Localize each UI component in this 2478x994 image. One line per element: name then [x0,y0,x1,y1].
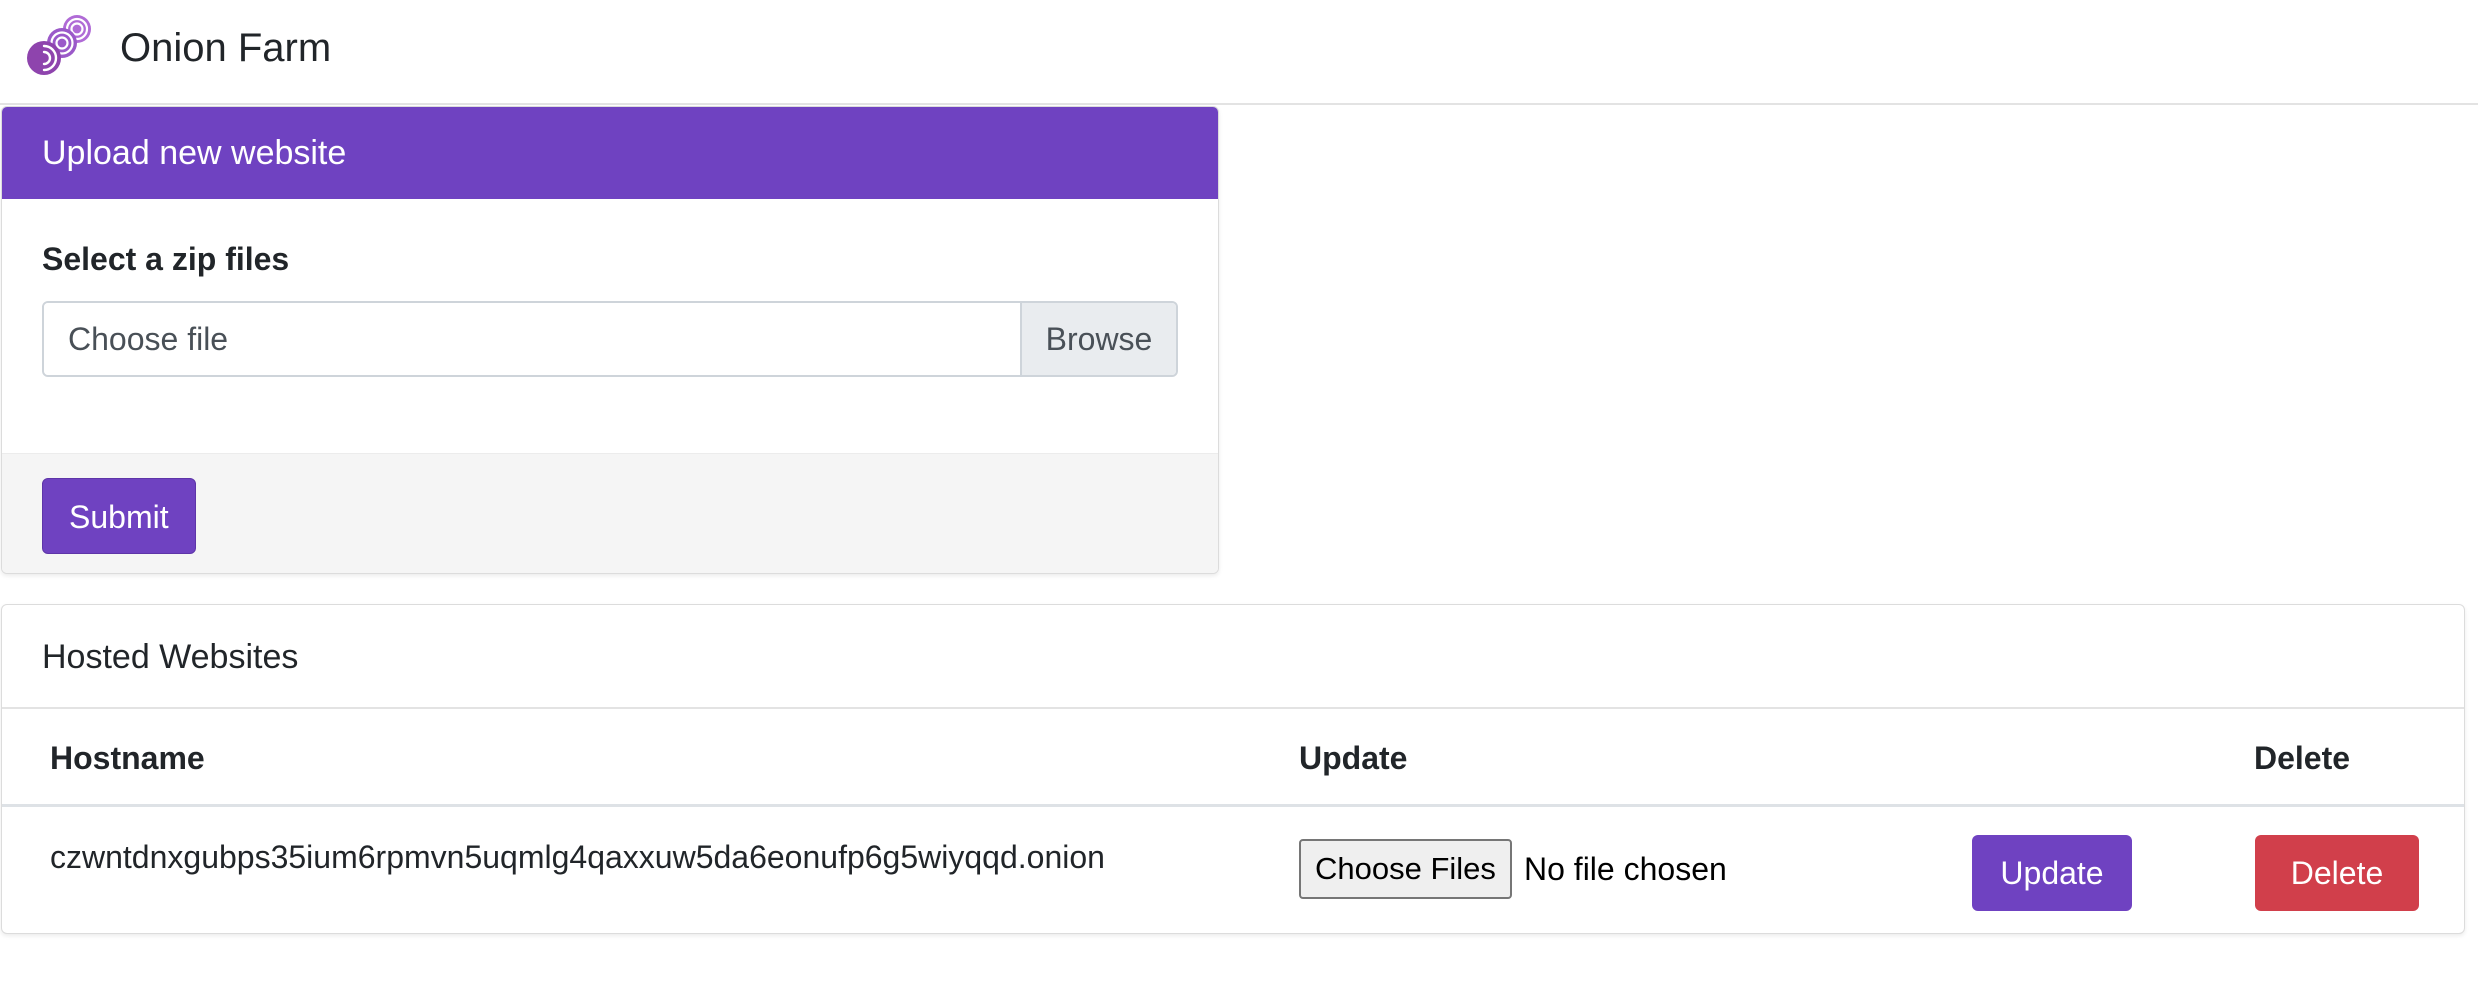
table-header: Hostname Update Delete [2,709,2464,807]
submit-button[interactable]: Submit [42,478,196,554]
update-button[interactable]: Update [1972,835,2132,911]
upload-card-title: Upload new website [2,107,1218,199]
choose-files-button[interactable]: Choose Files [1299,839,1512,899]
hostname-column-header: Hostname [50,740,205,776]
browse-button[interactable]: Browse [1020,303,1176,375]
hostname-cell: czwntdnxgubps35ium6rpmvn5uqmlg4qaxxuw5da… [50,839,1105,875]
table-row: czwntdnxgubps35ium6rpmvn5uqmlg4qaxxuw5da… [2,807,2464,931]
no-file-chosen-text: No file chosen [1524,851,1727,887]
hosted-websites-card: Hosted Websites Hostname Update Delete c… [1,604,2465,934]
zip-file-label: Select a zip files [42,241,290,277]
top-navbar: Onion Farm [0,0,2478,105]
delete-column-header: Delete [2254,740,2351,776]
upload-card: Upload new website Select a zip files Ch… [1,106,1219,574]
zip-file-input[interactable]: Choose file Browse [42,301,1178,377]
upload-card-footer: Submit [2,453,1218,573]
update-column-header: Update [1299,740,1408,776]
brand-name[interactable]: Onion Farm [120,24,331,72]
upload-card-body: Select a zip files Choose file Browse [2,199,1218,453]
delete-button[interactable]: Delete [2255,835,2419,911]
hosted-websites-title: Hosted Websites [2,605,2464,709]
onion-logo-icon[interactable] [22,13,94,77]
file-input-placeholder[interactable]: Choose file [44,303,1020,375]
